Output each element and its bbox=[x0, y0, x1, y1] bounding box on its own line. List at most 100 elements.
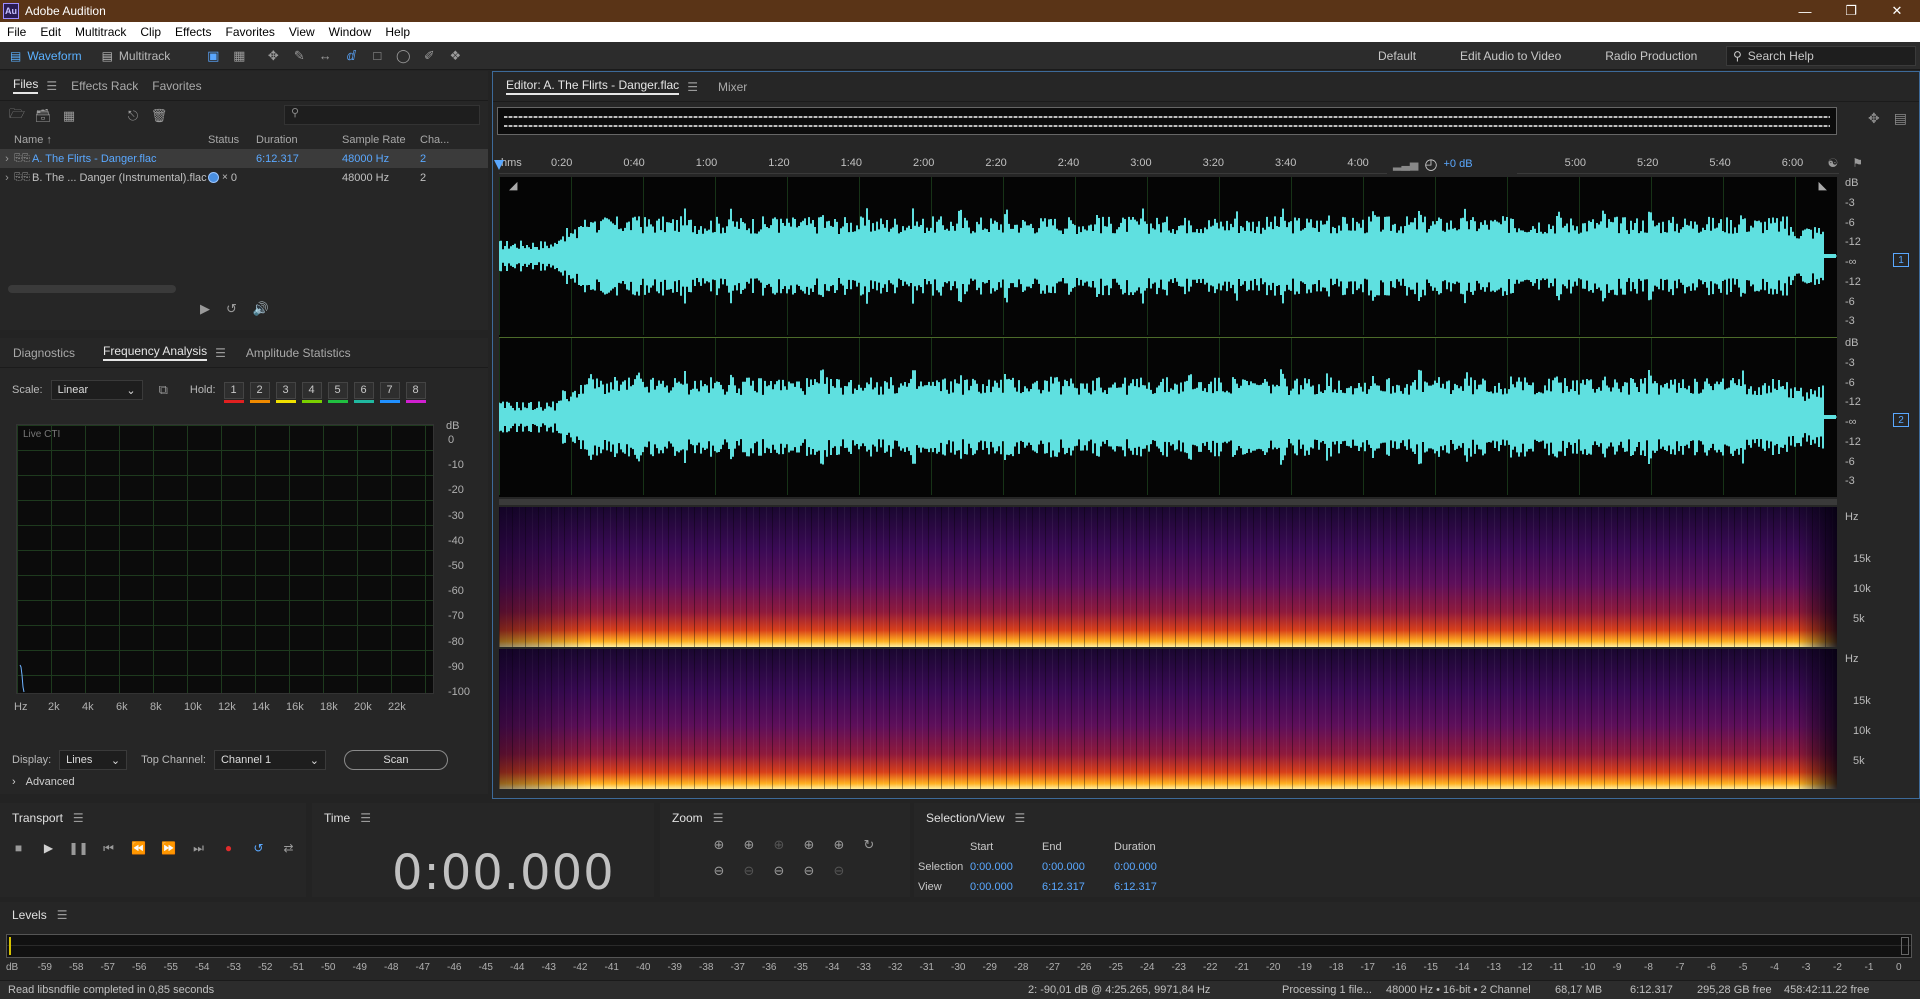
new-file-icon[interactable]: ▦ bbox=[60, 107, 78, 125]
stop-icon[interactable]: ■ bbox=[10, 841, 27, 855]
zoom-out-time-icon[interactable]: ⊖ bbox=[740, 863, 758, 879]
workspace-radio-production[interactable]: Radio Production bbox=[1583, 49, 1719, 63]
tab-editor[interactable]: Editor: A. The Flirts - Danger.flac ☰ bbox=[499, 78, 705, 95]
rewind-icon[interactable]: ⏪ bbox=[130, 841, 147, 855]
workspace-edit-audio-to-video[interactable]: Edit Audio to Video bbox=[1438, 49, 1583, 63]
column-status[interactable]: Status bbox=[208, 134, 256, 146]
selection-end-field[interactable]: 0:00.000 bbox=[1042, 861, 1114, 873]
volume-knob-icon[interactable]: ◴ bbox=[1424, 155, 1437, 173]
hold-button-2[interactable]: 2 bbox=[249, 381, 270, 403]
zoom-in-right-icon[interactable]: ⊕ bbox=[830, 837, 848, 853]
spectral-display-channel-2[interactable] bbox=[499, 649, 1837, 789]
panel-menu-icon[interactable]: ☰ bbox=[360, 811, 371, 825]
minimize-icon[interactable]: — bbox=[1782, 0, 1828, 22]
marquee-tool-icon[interactable]: □ bbox=[364, 45, 390, 67]
hud-volume[interactable]: ▂▃▅ ◴ +0 dB bbox=[1387, 154, 1517, 174]
zoom-in-time-icon[interactable]: ⊕ bbox=[740, 837, 758, 853]
menu-file[interactable]: File bbox=[0, 25, 33, 39]
tab-favorites[interactable]: Favorites bbox=[145, 79, 208, 93]
menu-clip[interactable]: Clip bbox=[133, 25, 168, 39]
tab-diagnostics[interactable]: Diagnostics bbox=[6, 346, 82, 360]
zoom-out-full-icon[interactable]: ⊖ bbox=[800, 863, 818, 879]
restore-icon[interactable]: ❐ bbox=[1828, 0, 1874, 22]
tab-amplitude-statistics[interactable]: Amplitude Statistics bbox=[239, 346, 358, 360]
spectral-display-channel-1[interactable] bbox=[499, 507, 1837, 647]
panel-menu-icon[interactable]: ☰ bbox=[46, 79, 57, 93]
cancel-load-icon[interactable]: × bbox=[222, 172, 228, 183]
column-duration[interactable]: Duration bbox=[256, 134, 342, 146]
headphones-icon[interactable]: ☯ bbox=[1827, 156, 1838, 170]
insert-into-multitrack-icon[interactable]: ⎋ bbox=[124, 107, 142, 125]
zoom-in-left-icon[interactable]: ⊕ bbox=[800, 837, 818, 853]
panel-menu-icon[interactable]: ☰ bbox=[1015, 811, 1026, 825]
play-icon[interactable]: ▶ bbox=[40, 841, 57, 855]
search-help-input[interactable]: ⚲ Search Help bbox=[1726, 46, 1916, 66]
open-analysis-window-icon[interactable]: ⧉ bbox=[159, 382, 168, 398]
waveform-mode-button[interactable]: ▤ Waveform bbox=[0, 45, 92, 67]
tab-mixer[interactable]: Mixer bbox=[711, 80, 754, 94]
fade-out-handle-icon[interactable]: ◣ bbox=[1819, 179, 1827, 192]
record-icon[interactable]: ● bbox=[220, 841, 237, 855]
file-row[interactable]: › ⎘⎘ B. The ... Danger (Instrumental).fl… bbox=[0, 168, 488, 187]
column-sample-rate[interactable]: Sample Rate bbox=[342, 134, 420, 146]
preview-play-icon[interactable]: ▶ bbox=[200, 301, 210, 317]
panel-menu-icon[interactable]: ☰ bbox=[687, 80, 698, 94]
lasso-tool-icon[interactable]: ◯ bbox=[390, 45, 416, 67]
hold-button-6[interactable]: 6 bbox=[353, 381, 374, 403]
hold-button-4[interactable]: 4 bbox=[301, 381, 322, 403]
close-icon[interactable]: ✕ bbox=[1874, 0, 1920, 22]
zoom-navigator-icon[interactable]: ✥ bbox=[1868, 110, 1880, 127]
workspace-default[interactable]: Default bbox=[1356, 49, 1438, 63]
timeline-ruler[interactable]: hms 0:20 0:40 1:00 1:20 1:40 2:00 2:20 2:40 3:00… bbox=[499, 154, 1839, 174]
zoom-to-selection-icon[interactable]: ⊖ bbox=[770, 863, 788, 879]
time-selection-tool-icon[interactable]: ⅆ bbox=[338, 45, 364, 67]
autoplay-speaker-icon[interactable]: 🔊 bbox=[253, 301, 269, 317]
menu-help[interactable]: Help bbox=[378, 25, 417, 39]
pause-icon[interactable]: ❚❚ bbox=[68, 841, 88, 855]
delete-file-icon[interactable]: 🗑 bbox=[150, 107, 168, 125]
zoom-in-point-icon[interactable]: ⊕ bbox=[770, 837, 788, 853]
menu-window[interactable]: Window bbox=[322, 25, 379, 39]
zoom-out-amplitude-icon[interactable]: ⊖ bbox=[710, 863, 728, 879]
loop-icon[interactable]: ↺ bbox=[250, 841, 267, 855]
menu-effects[interactable]: Effects bbox=[168, 25, 218, 39]
hold-button-1[interactable]: 1 bbox=[223, 381, 244, 403]
column-channels[interactable]: Cha... bbox=[420, 134, 460, 146]
panel-menu-icon[interactable]: ☰ bbox=[73, 811, 84, 825]
column-name[interactable]: Name ↑ bbox=[14, 134, 208, 146]
overview-navigator[interactable] bbox=[497, 107, 1837, 135]
zoom-in-amplitude-icon[interactable]: ⊕ bbox=[710, 837, 728, 853]
expand-icon[interactable]: › bbox=[0, 153, 14, 165]
channel-2-badge[interactable]: 2 bbox=[1893, 413, 1909, 427]
view-end-field[interactable]: 6:12.317 bbox=[1042, 881, 1114, 893]
razor-tool-icon[interactable]: ✎ bbox=[286, 45, 312, 67]
tab-effects-rack[interactable]: Effects Rack bbox=[64, 79, 145, 93]
files-search-input[interactable]: ⚲ bbox=[284, 105, 480, 125]
brush-tool-icon[interactable]: ✐ bbox=[416, 45, 442, 67]
tab-frequency-analysis[interactable]: Frequency Analysis ☰ bbox=[96, 344, 233, 361]
advanced-toggle[interactable]: › Advanced bbox=[12, 776, 75, 788]
menu-edit[interactable]: Edit bbox=[33, 25, 68, 39]
panel-menu-icon[interactable]: ☰ bbox=[713, 811, 724, 825]
marker-pin-icon[interactable]: ⚑ bbox=[1852, 156, 1863, 170]
scale-dropdown[interactable]: Linear ⌄ bbox=[50, 380, 143, 400]
menu-favorites[interactable]: Favorites bbox=[219, 25, 282, 39]
waveform-display[interactable]: ◢ ◣ bbox=[499, 177, 1837, 497]
waveform-spectral-splitter[interactable] bbox=[499, 499, 1837, 505]
zoom-reset-icon[interactable]: ↻ bbox=[860, 837, 878, 853]
menu-view[interactable]: View bbox=[282, 25, 322, 39]
frequency-graph[interactable]: Live CTI bbox=[16, 424, 434, 694]
hold-button-3[interactable]: 3 bbox=[275, 381, 296, 403]
selection-start-field[interactable]: 0:00.000 bbox=[970, 861, 1042, 873]
panel-menu-icon[interactable]: ☰ bbox=[57, 908, 68, 922]
panel-menu-icon[interactable]: ☰ bbox=[215, 346, 226, 360]
panel-options-icon[interactable]: ▤ bbox=[1894, 110, 1907, 127]
loop-preview-icon[interactable]: ↺ bbox=[226, 301, 237, 317]
menu-multitrack[interactable]: Multitrack bbox=[68, 25, 133, 39]
spectral-view-icon[interactable]: ▦ bbox=[226, 45, 252, 67]
move-tool-icon[interactable]: ✥ bbox=[260, 45, 286, 67]
to-end-icon[interactable]: ⏭ bbox=[190, 841, 207, 855]
open-file-icon[interactable]: 🗁 bbox=[8, 106, 26, 125]
clip-indicator[interactable] bbox=[1901, 937, 1909, 955]
import-file-icon[interactable]: 🗃 bbox=[34, 107, 52, 125]
